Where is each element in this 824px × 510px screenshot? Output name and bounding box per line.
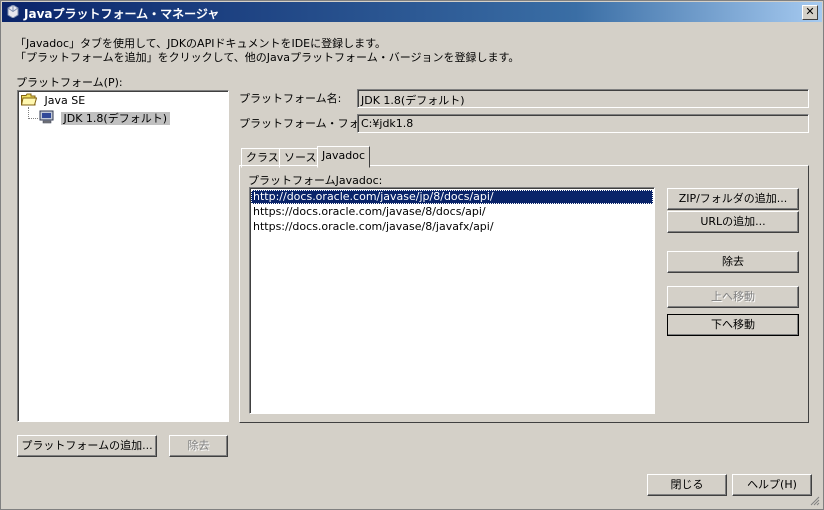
tree-label-java-se: Java SE bbox=[44, 94, 86, 107]
platform-tree[interactable]: Java SE JDK 1.8(デフォルト) bbox=[17, 90, 229, 422]
resize-grip-icon bbox=[810, 496, 820, 506]
list-item[interactable]: https://docs.oracle.com/javase/8/javafx/… bbox=[251, 220, 653, 234]
info-line-2: 「プラットフォームを追加」をクリックして、他のJavaプラットフォーム・バージョ… bbox=[15, 51, 520, 64]
list-item[interactable]: https://docs.oracle.com/javase/8/docs/ap… bbox=[251, 205, 653, 219]
window-title: Javaプラットフォーム・マネージャ bbox=[24, 7, 220, 21]
java-cup-icon bbox=[7, 5, 19, 18]
info-text: 「Javadoc」タブを使用して、JDKのAPIドキュメントをIDEに登録します… bbox=[15, 37, 519, 65]
platform-manager-window: Javaプラットフォーム・マネージャ ✕ 「Javadoc」タブを使用して、JD… bbox=[0, 0, 824, 510]
platform-name-field[interactable]: JDK 1.8(デフォルト) bbox=[357, 89, 809, 108]
tree-node-jdk18[interactable]: JDK 1.8(デフォルト) bbox=[39, 110, 171, 126]
platform-folder-value: C:¥jdk1.8 bbox=[361, 117, 414, 130]
move-down-button[interactable]: 下へ移動 bbox=[667, 314, 799, 336]
tab-javadoc[interactable]: Javadoc bbox=[317, 146, 370, 168]
platform-name-value: JDK 1.8(デフォルト) bbox=[361, 94, 465, 107]
help-button[interactable]: ヘルプ(H) bbox=[732, 474, 812, 496]
platform-folder-field[interactable]: C:¥jdk1.8 bbox=[357, 114, 809, 133]
platforms-label: プラットフォーム(P): bbox=[16, 76, 123, 89]
computer-icon bbox=[39, 110, 54, 124]
add-zip-folder-button[interactable]: ZIP/フォルダの追加... bbox=[667, 188, 799, 210]
info-line-1: 「Javadoc」タブを使用して、JDKのAPIドキュメントをIDEに登録します… bbox=[15, 37, 387, 50]
resize-grip[interactable] bbox=[810, 496, 820, 506]
tree-node-java-se[interactable]: Java SE bbox=[20, 93, 86, 109]
close-window-button[interactable]: ✕ bbox=[802, 5, 818, 20]
remove-platform-button[interactable]: 除去 bbox=[169, 435, 228, 457]
title-bar[interactable]: Javaプラットフォーム・マネージャ ✕ bbox=[2, 2, 822, 22]
add-platform-button[interactable]: プラットフォームの追加... bbox=[17, 435, 157, 457]
move-up-button[interactable]: 上へ移動 bbox=[667, 286, 799, 308]
remove-javadoc-button[interactable]: 除去 bbox=[667, 251, 799, 273]
javadoc-list[interactable]: http://docs.oracle.com/javase/jp/8/docs/… bbox=[249, 187, 655, 414]
javadoc-list-label: プラットフォームJavadoc: bbox=[248, 174, 383, 187]
tree-label-jdk18: JDK 1.8(デフォルト) bbox=[60, 112, 171, 125]
list-item[interactable]: http://docs.oracle.com/javase/jp/8/docs/… bbox=[251, 190, 653, 204]
tree-connector-h bbox=[28, 118, 38, 120]
folder-open-icon bbox=[20, 93, 38, 106]
platform-name-label: プラットフォーム名: bbox=[239, 92, 342, 105]
close-button[interactable]: 閉じる bbox=[647, 474, 727, 496]
add-url-button[interactable]: URLの追加... bbox=[667, 211, 799, 233]
